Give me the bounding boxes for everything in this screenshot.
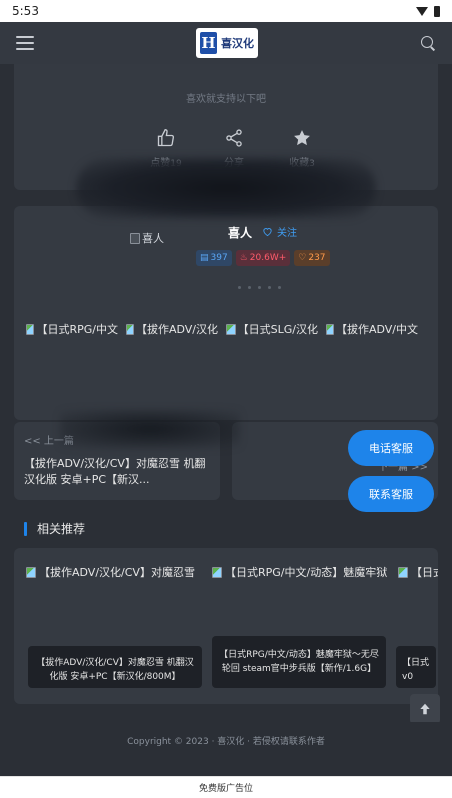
related-title: 相关推荐 (37, 522, 86, 536)
views-count-badge: ♨ 20.6W+ (235, 250, 291, 266)
avatar[interactable]: 喜人 (130, 230, 164, 246)
related-item[interactable]: 【拔作ADV/汉化/CV】对魔忍雪 机翻汉化版 安卓+PC【新汉化/800M】 (28, 646, 202, 688)
broken-image-icon (26, 566, 36, 578)
site-logo[interactable]: H 喜汉化 (196, 28, 258, 58)
ad-bar[interactable]: 免费版广告位 (0, 776, 452, 798)
status-icons (416, 5, 440, 17)
copyright-text: Copyright © 2023 · 喜汉化 · 若侵权请联系作者 (127, 737, 325, 747)
carousel-dots (238, 286, 281, 289)
follow-button[interactable]: 关注 (262, 224, 297, 239)
author-post-link[interactable]: 【日式RPG/中文 (26, 321, 118, 337)
broken-image-icon (398, 566, 408, 578)
related-item[interactable]: 【日式RPG/中文/动态】魅魔牢狱～无尽轮回 steam官中步兵版【新作/1.6… (212, 636, 386, 688)
wifi-icon (416, 6, 428, 16)
related-items: 【拔作ADV/汉化/CV】对魔忍雪 机翻汉化版 安卓+PC【新汉化/800M】 … (28, 636, 436, 688)
redacted-blur (76, 158, 376, 218)
related-link[interactable]: 【拔作ADV/汉化/CV】对魔忍雪 (26, 564, 202, 580)
battery-icon (434, 5, 440, 17)
prev-title: 【拔作ADV/汉化/CV】对魔忍雪 机翻汉化版 安卓+PC【新汉... (24, 457, 206, 486)
logo-text: 喜汉化 (221, 37, 254, 50)
broken-image-icon (130, 232, 140, 244)
author-posts: 【日式RPG/中文 【拔作ADV/汉化 【日式SLG/汉化 【拔作ADV/中文 (26, 321, 430, 337)
arrow-up-icon (420, 703, 430, 715)
footer: Copyright © 2023 · 喜汉化 · 若侵权请联系作者 (0, 722, 452, 776)
likes-count-badge: ♡ 237 (294, 250, 330, 266)
menu-icon[interactable] (16, 36, 34, 50)
related-section-title: 相关推荐 (24, 520, 85, 537)
back-to-top-button[interactable] (410, 694, 440, 724)
status-bar: 5:53 (0, 0, 452, 22)
author-card: 喜人 喜人 关注 ▤ 397 ♨ 20.6W+ ♡ 237 【日式RPG/中文 【拔作… (14, 206, 438, 420)
broken-image-icon (26, 323, 35, 335)
ad-label: 免费版广告位 (198, 784, 253, 794)
avatar-alt: 喜人 (142, 232, 164, 245)
related-links: 【拔作ADV/汉化/CV】对魔忍雪 【日式RPG/中文/动态】魅魔牢狱 【日式 (26, 564, 438, 580)
top-header: H 喜汉化 (0, 22, 452, 64)
follow-label: 关注 (277, 228, 297, 239)
section-accent-bar (24, 521, 27, 536)
related-card: 【拔作ADV/汉化/CV】对魔忍雪 【日式RPG/中文/动态】魅魔牢狱 【日式 … (14, 548, 438, 704)
status-time: 5:53 (12, 4, 39, 18)
fire-icon: ♨ (239, 253, 248, 263)
posts-count-badge: ▤ 397 (196, 250, 232, 266)
thumbs-up-icon (157, 128, 175, 147)
author-post-link[interactable]: 【拔作ADV/中文 (326, 321, 418, 337)
broken-image-icon (226, 323, 236, 335)
broken-image-icon (212, 566, 222, 578)
like-icon: ♡ (298, 253, 307, 263)
app-screen: H 喜汉化 喜欢就支持以下吧 点赞19 分享 (0, 22, 452, 776)
search-icon[interactable] (420, 35, 436, 51)
redacted-blur (60, 410, 240, 448)
share-icon (226, 129, 242, 147)
phone-service-button[interactable]: 电话客服 (348, 430, 434, 466)
related-item[interactable]: 【日式 v0 (396, 646, 436, 688)
author-stats: ▤ 397 ♨ 20.6W+ ♡ 237 (196, 250, 330, 266)
author-post-link[interactable]: 【拔作ADV/汉化 (126, 321, 218, 337)
contact-service-button[interactable]: 联系客服 (348, 476, 434, 512)
logo-mark: H (200, 32, 217, 54)
author-name[interactable]: 喜人 (228, 224, 252, 241)
broken-image-icon (326, 323, 334, 335)
support-hint: 喜欢就支持以下吧 (186, 94, 266, 105)
broken-image-icon (126, 323, 134, 335)
doc-icon: ▤ (200, 253, 209, 263)
related-link[interactable]: 【日式RPG/中文/动态】魅魔牢狱 (212, 564, 388, 580)
related-link[interactable]: 【日式 (398, 564, 438, 580)
author-post-link[interactable]: 【日式SLG/汉化 (226, 321, 318, 337)
heart-icon (263, 228, 272, 237)
star-icon (294, 130, 310, 146)
